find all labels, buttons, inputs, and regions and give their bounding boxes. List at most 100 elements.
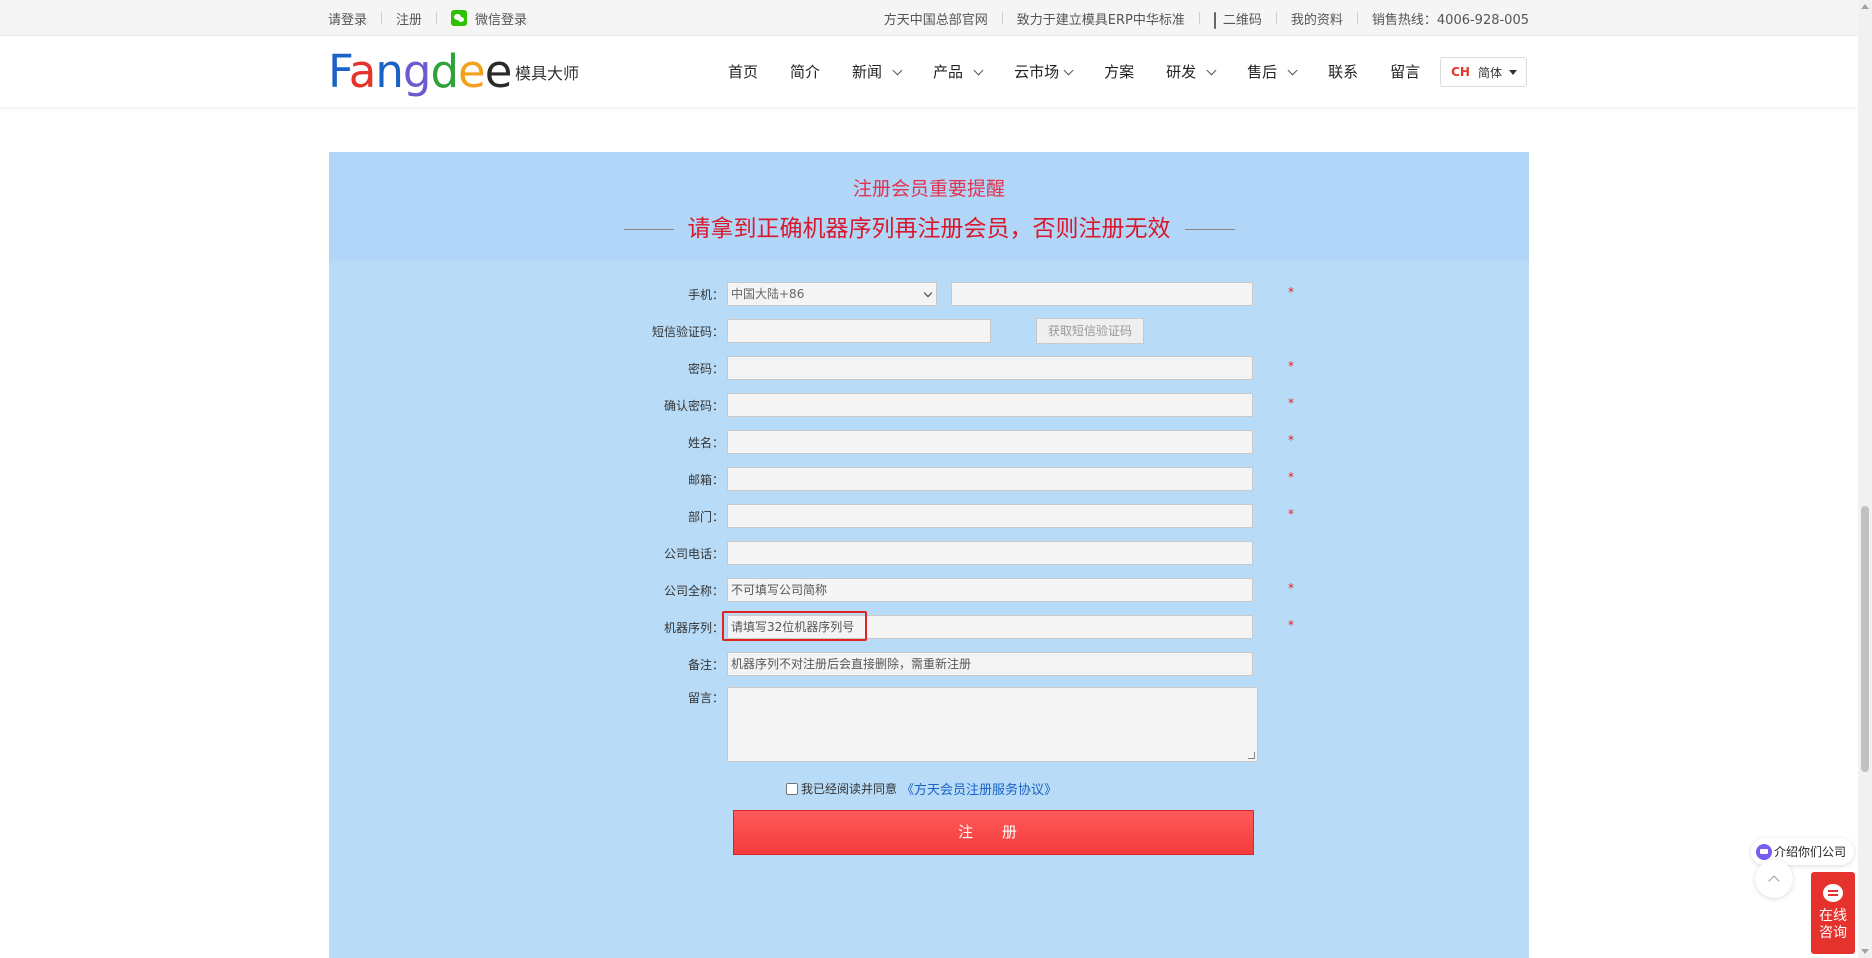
sms-code-input[interactable] <box>727 319 991 343</box>
nav-label: 新闻 <box>852 63 883 81</box>
nav-item-home[interactable]: 首页 <box>728 61 758 82</box>
remark-label: 备注： <box>687 658 724 672</box>
nav-item-products[interactable]: 产品 <box>933 61 984 82</box>
company-name-input[interactable]: 不可填写公司简称 <box>727 578 1253 602</box>
language-label: 简体 <box>1478 65 1503 80</box>
required-mark: * <box>1288 359 1294 373</box>
top-bar-left: 请登录 注册 微信登录 <box>328 0 527 36</box>
password-input[interactable] <box>727 356 1253 380</box>
nav-item-after-sales[interactable]: 售后 <box>1247 61 1298 82</box>
nav-label: 研发 <box>1166 63 1197 81</box>
required-mark: * <box>1288 396 1294 410</box>
country-code-value: 中国大陆+86 <box>731 287 805 301</box>
serial-highlight-box <box>722 611 867 641</box>
divider <box>1001 12 1003 24</box>
chevron-down-icon <box>973 65 984 76</box>
chevron-down-icon <box>1206 65 1217 76</box>
chevron-down-icon <box>1287 65 1298 76</box>
logo-letter: a <box>348 45 377 98</box>
sales-hotline: 销售热线：4006-928-005 <box>1371 12 1529 28</box>
qrcode-link[interactable]: 二维码 <box>1213 9 1262 29</box>
country-code-select[interactable]: 中国大陆+86 <box>727 282 937 306</box>
china-flag-icon: CH <box>1451 65 1470 79</box>
chevron-down-icon <box>892 65 903 76</box>
nav-label: 云市场 <box>1014 63 1060 81</box>
my-profile-link[interactable]: 我的资料 <box>1291 9 1343 28</box>
notice-title: 注册会员重要提醒 <box>852 178 1005 200</box>
online-consult-line2: 咨询 <box>1819 925 1847 941</box>
agree-checkbox[interactable] <box>786 782 798 795</box>
wechat-login-link[interactable]: 微信登录 <box>451 9 527 28</box>
official-site-link[interactable]: 方天中国总部官网 <box>884 9 988 28</box>
login-link[interactable]: 请登录 <box>328 9 367 28</box>
decorative-line <box>1184 229 1235 230</box>
caret-down-icon <box>1509 69 1518 75</box>
phone-input[interactable] <box>951 282 1253 306</box>
sms-code-label: 短信验证码： <box>651 325 724 339</box>
required-mark: * <box>1288 618 1294 632</box>
nav-label: 简介 <box>790 63 821 81</box>
notice-main: 请拿到正确机器序列再注册会员，否则注册无效 <box>329 209 1529 243</box>
top-bar-right: 方天中国总部官网 致力于建立模具ERP中华标准 二维码 我的资料 销售热线：40… <box>884 0 1529 36</box>
name-input[interactable] <box>727 430 1253 454</box>
nav-item-solutions[interactable]: 方案 <box>1104 61 1134 82</box>
site-header: Fangdee 模具大师 首页 简介 新闻 产品 云市场 方案 研发 售后 联系… <box>0 36 1858 107</box>
remark-input[interactable]: 机器序列不对注册后会直接删除，需重新注册 <box>727 652 1253 676</box>
divider <box>436 12 438 24</box>
get-sms-code-button[interactable]: 获取短信验证码 <box>1036 318 1144 344</box>
message-textarea[interactable] <box>727 687 1258 762</box>
qrcode-label: 二维码 <box>1222 12 1262 28</box>
password-label: 密码： <box>687 362 724 376</box>
scroll-up-arrow-icon[interactable] <box>1861 4 1869 9</box>
machine-serial-label: 机器序列： <box>663 621 724 635</box>
online-consult-line1: 在线 <box>1819 908 1847 924</box>
email-input[interactable] <box>727 467 1253 491</box>
register-link[interactable]: 注册 <box>396 9 422 28</box>
nav-item-contact[interactable]: 联系 <box>1328 61 1358 82</box>
agree-text: 我已经阅读并同意 <box>801 782 898 796</box>
scrollbar-thumb[interactable] <box>1861 506 1869 772</box>
required-mark: * <box>1288 285 1294 299</box>
nav-label: 留言 <box>1390 63 1421 81</box>
wechat-login-label: 微信登录 <box>475 12 528 28</box>
phone-label: 手机： <box>687 288 724 302</box>
register-submit-button[interactable]: 注 册 <box>733 810 1254 855</box>
required-mark: * <box>1288 581 1294 595</box>
mobile-phone-icon <box>1213 11 1216 29</box>
language-switcher[interactable]: CH 简体 <box>1440 57 1527 87</box>
divider <box>381 12 383 24</box>
logo-letter: d <box>430 45 459 98</box>
registration-notice: 注册会员重要提醒 请拿到正确机器序列再注册会员，否则注册无效 <box>329 152 1529 260</box>
service-agreement-link[interactable]: 《方天会员注册服务协议》 <box>901 779 1057 798</box>
logo-subtitle: 模具大师 <box>515 64 580 83</box>
page-scrollbar[interactable] <box>1858 0 1872 958</box>
chevron-down-icon <box>923 288 933 298</box>
nav-item-about[interactable]: 简介 <box>790 61 820 82</box>
resize-handle-icon[interactable] <box>1248 752 1255 759</box>
email-label: 邮箱： <box>687 473 724 487</box>
decorative-line <box>623 229 674 230</box>
wechat-icon <box>451 10 468 26</box>
slogan-text: 致力于建立模具ERP中华标准 <box>1016 12 1185 28</box>
logo-letter: e <box>458 45 486 98</box>
nav-item-news[interactable]: 新闻 <box>852 61 903 82</box>
notice-main-text: 请拿到正确机器序列再注册会员，否则注册无效 <box>687 216 1171 242</box>
scroll-down-arrow-icon[interactable] <box>1861 949 1869 954</box>
nav-item-cloud-market[interactable]: 云市场 <box>1014 61 1074 82</box>
back-to-top-button[interactable] <box>1755 860 1793 898</box>
company-phone-input[interactable] <box>727 541 1253 565</box>
nav-item-rnd[interactable]: 研发 <box>1166 61 1217 82</box>
divider <box>1198 12 1200 24</box>
online-consult-button[interactable]: 在线 咨询 <box>1811 872 1855 954</box>
nav-label: 产品 <box>933 63 964 81</box>
department-input[interactable] <box>727 504 1253 528</box>
chevron-down-icon <box>1063 65 1074 76</box>
fangdee-logo[interactable]: Fangdee <box>328 44 512 99</box>
nav-item-message[interactable]: 留言 <box>1390 61 1420 82</box>
message-label: 留言： <box>687 691 724 705</box>
required-mark: * <box>1288 507 1294 521</box>
agreement-row: 我已经阅读并同意 《方天会员注册服务协议》 <box>786 779 1057 798</box>
confirm-password-input[interactable] <box>727 393 1253 417</box>
company-name-label: 公司全称： <box>663 584 724 598</box>
confirm-password-label: 确认密码： <box>663 399 724 413</box>
